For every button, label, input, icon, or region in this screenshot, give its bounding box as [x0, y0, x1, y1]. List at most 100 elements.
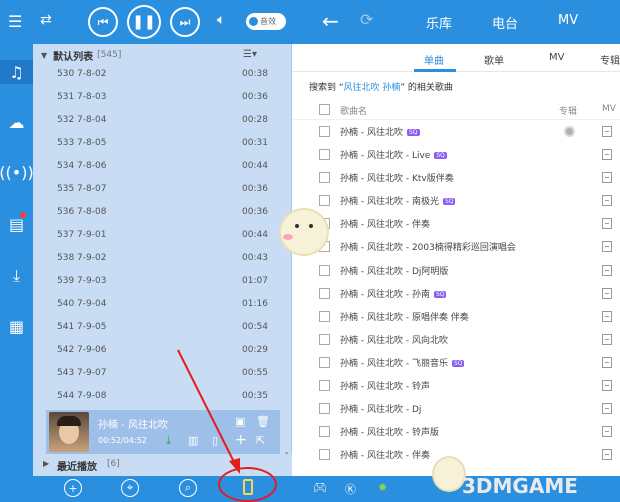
music-note-icon[interactable]: ♫ — [0, 60, 33, 84]
song-title-wrap[interactable]: 孙楠 - 风往北吹 - 伴奏 — [340, 217, 430, 230]
caret-right-icon[interactable]: ▶ — [43, 459, 49, 468]
device-icon[interactable]: ▤ — [0, 212, 33, 236]
mv-icon[interactable] — [602, 380, 612, 392]
pause-button[interactable]: ❚❚ — [127, 5, 161, 39]
song-title-wrap[interactable]: 孙楠 - 风往北吹 - 铃声版 — [340, 425, 439, 438]
add-icon[interactable]: + — [235, 432, 247, 448]
song-checkbox[interactable] — [319, 356, 330, 368]
song-title-wrap[interactable]: 孙楠 - 风往北吹 SQ — [340, 125, 420, 138]
song-checkbox[interactable] — [319, 380, 330, 392]
mv-icon[interactable] — [602, 172, 612, 184]
apps-grid-icon[interactable]: ▦ — [0, 314, 33, 338]
mv-icon[interactable] — [602, 264, 612, 276]
song-title-wrap[interactable]: 孙楠 - 风往北吹 - 2003楠得精彩巡回演唱会 — [340, 240, 516, 253]
search-icon[interactable]: ⌕ — [179, 479, 197, 497]
song-row[interactable]: 孙楠 - 风往北吹 - 南极光 SQ — [293, 189, 620, 212]
playlist-row[interactable]: 530 7-8-02 00:38 — [33, 66, 292, 89]
song-title-wrap[interactable]: 孙楠 - 风往北吹 - 原唱伴奏 伴奏 — [340, 310, 469, 323]
song-row[interactable]: 孙楠 - 风往北吹 - 伴奏 — [293, 212, 620, 235]
k-song-icon[interactable]: Ⓚ — [345, 481, 356, 497]
song-title-wrap[interactable]: 孙楠 - 风往北吹 - 飞丽音乐 SQ — [340, 356, 465, 369]
volume-icon[interactable]: 🔈︎ — [217, 12, 225, 28]
song-row[interactable]: 孙楠 - 风往北吹 - Ktv版伴奏 — [293, 166, 620, 189]
playlist-row[interactable]: 535 7-8-07 00:36 — [33, 181, 292, 204]
mv-icon[interactable] — [602, 333, 612, 345]
song-title-wrap[interactable]: 孙楠 - 风往北吹 - 孙南 SQ — [340, 287, 447, 300]
star-icon[interactable]: ✸ — [378, 481, 387, 494]
song-row[interactable]: 孙楠 - 风往北吹 - Dj — [293, 397, 620, 420]
song-row[interactable]: 孙楠 - 风往北吹 - 2003楠得精彩巡回演唱会 — [293, 235, 620, 258]
song-title-wrap[interactable]: 孙楠 - 风往北吹 - Ktv版伴奏 — [340, 171, 454, 184]
locate-icon[interactable]: ⌖ — [121, 479, 139, 497]
song-checkbox[interactable] — [319, 287, 330, 299]
song-title-wrap[interactable]: 孙楠 - 风往北吹 - Dj阿明版 — [340, 264, 448, 277]
mv-icon[interactable] — [602, 356, 612, 368]
song-checkbox[interactable] — [319, 403, 330, 415]
tab-playlists[interactable]: 歌单 — [484, 52, 504, 67]
playlist-row[interactable]: 539 7-9-03 01:07 — [33, 273, 292, 296]
mv-icon[interactable] — [602, 287, 612, 299]
song-title-wrap[interactable]: 孙楠 - 风往北吹 - 南极光 SQ — [340, 194, 456, 207]
playlist-row[interactable]: 531 7-8-03 00:36 — [33, 89, 292, 112]
mv-icon[interactable] — [602, 218, 612, 230]
album-disc-icon[interactable] — [564, 126, 575, 137]
previous-button[interactable]: ⏮ — [88, 7, 118, 37]
song-title-wrap[interactable]: 孙楠 - 风往北吹 - Dj — [340, 402, 421, 415]
song-title-wrap[interactable]: 孙楠 - 风往北吹 - Live SQ — [340, 148, 447, 161]
switch-icon[interactable]: ⇄ — [40, 12, 52, 28]
playlist-row[interactable]: 534 7-8-06 00:44 — [33, 158, 292, 181]
song-title-wrap[interactable]: 孙楠 - 风往北吹 - 风向北吹 — [340, 333, 448, 346]
song-checkbox[interactable] — [319, 172, 330, 184]
mv-icon[interactable] — [602, 149, 612, 161]
song-title-wrap[interactable]: 孙楠 - 风往北吹 - 铃声 — [340, 379, 430, 392]
song-checkbox[interactable] — [319, 333, 330, 345]
download-icon[interactable]: ⤓ — [0, 264, 33, 288]
mv-icon[interactable] — [602, 426, 612, 438]
select-all-checkbox[interactable] — [319, 104, 330, 115]
song-row[interactable]: 孙楠 - 风往北吹 - 孙南 SQ — [293, 282, 620, 305]
song-checkbox[interactable] — [319, 426, 330, 438]
list-menu-icon[interactable]: ☰▾ — [243, 49, 257, 60]
menu-icon[interactable]: ☰ — [8, 12, 22, 31]
song-checkbox[interactable] — [319, 449, 330, 461]
nav-radio[interactable]: 电台 — [492, 13, 518, 32]
refresh-icon[interactable]: ⟳ — [360, 10, 373, 29]
mv-icon[interactable]: ▥ — [188, 434, 198, 447]
game-controller-icon[interactable]: 🎮︎ — [313, 481, 327, 494]
song-row[interactable]: 孙楠 - 风往北吹 - Live SQ — [293, 143, 620, 166]
tab-songs[interactable]: 单曲 — [424, 52, 444, 67]
playlist-row[interactable]: 536 7-8-08 00:36 — [33, 204, 292, 227]
playlist-row[interactable]: 541 7-9-05 00:54 — [33, 319, 292, 342]
playlist-row[interactable]: 542 7-9-06 00:29 — [33, 342, 292, 365]
tab-mv[interactable]: MV — [549, 52, 564, 63]
song-checkbox[interactable] — [319, 264, 330, 276]
mv-icon[interactable] — [602, 241, 612, 253]
song-row[interactable]: 孙楠 - 风往北吹 - 风向北吹 — [293, 328, 620, 351]
caret-down-icon[interactable]: ▼ — [41, 51, 47, 60]
artist-avatar[interactable] — [49, 412, 89, 452]
song-checkbox[interactable] — [319, 126, 330, 137]
share-icon[interactable]: ⇱ — [256, 434, 265, 447]
playlist-header[interactable]: ▼ 默认列表 [545] ☰▾ — [33, 44, 292, 66]
next-button[interactable]: ⏭ — [170, 7, 200, 37]
playlist-row[interactable]: 533 7-8-05 00:31 — [33, 135, 292, 158]
nav-mv[interactable]: MV — [558, 13, 578, 28]
phone-icon[interactable]: ▯ — [212, 434, 218, 447]
tab-albums[interactable]: 专辑 — [600, 52, 620, 67]
song-row[interactable]: 孙楠 - 风往北吹 - 原唱伴奏 伴奏 — [293, 305, 620, 328]
radio-signal-icon[interactable]: ((•)) — [0, 160, 34, 184]
mv-icon[interactable] — [602, 449, 612, 461]
song-checkbox[interactable] — [319, 149, 330, 161]
song-row[interactable]: 孙楠 - 风往北吹 - 铃声版 — [293, 420, 620, 443]
song-checkbox[interactable] — [319, 310, 330, 322]
lyrics-icon[interactable]: ▣ — [235, 415, 245, 428]
playlist-row[interactable]: 532 7-8-04 00:28 — [33, 112, 292, 135]
delete-icon[interactable]: 🗑︎ — [256, 415, 270, 428]
playlist-row[interactable]: 538 7-9-02 00:43 — [33, 250, 292, 273]
add-circle-icon[interactable]: + — [64, 479, 82, 497]
cloud-icon[interactable]: ☁ — [0, 110, 33, 134]
sound-effect-toggle[interactable]: 音效 — [246, 13, 286, 30]
mv-icon[interactable] — [602, 403, 612, 415]
song-row[interactable]: 孙楠 - 风往北吹 - Dj阿明版 — [293, 259, 620, 282]
playlist-row[interactable]: 540 7-9-04 01:16 — [33, 296, 292, 319]
